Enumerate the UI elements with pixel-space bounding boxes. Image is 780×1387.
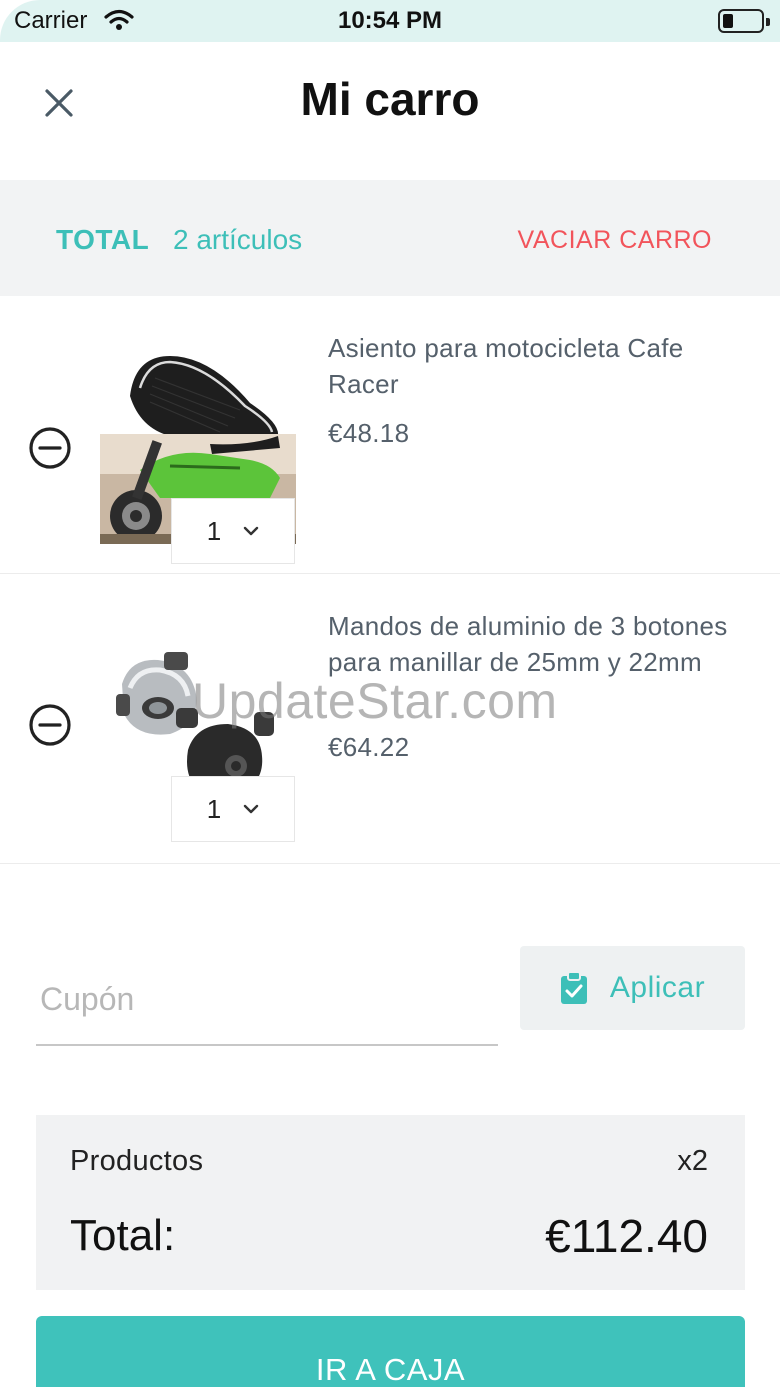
apply-label: Aplicar (609, 971, 706, 1004)
quantity-value: 1 (206, 793, 222, 824)
cart-item: 1 Asiento para motocicleta Cafe Racer €4… (0, 296, 780, 574)
item-count: 2 artículos (173, 224, 303, 255)
minus-circle-icon[interactable] (28, 703, 72, 747)
apply-coupon-button[interactable]: Aplicar (520, 946, 745, 1030)
checkout-label: IR A CAJA (315, 1352, 466, 1387)
chevron-down-icon (244, 526, 259, 536)
product-name[interactable]: Mandos de aluminio de 3 botones para man… (328, 608, 748, 680)
minus-circle-icon[interactable] (28, 426, 72, 470)
battery-icon (718, 9, 770, 33)
coupon-input[interactable] (36, 954, 498, 1046)
header: Mi carro (0, 42, 780, 180)
cart-item: 1 Mandos de aluminio de 3 botones para m… (0, 586, 780, 864)
product-price: €48.18 (328, 418, 410, 448)
status-bar: Carrier 10:54 PM (0, 0, 780, 42)
checkout-button[interactable]: IR A CAJA (36, 1316, 745, 1387)
empty-cart-button[interactable]: VACIAR CARRO (518, 226, 712, 255)
cart-summary-bar: TOTAL 2 artículos VACIAR CARRO (0, 180, 780, 296)
chevron-down-icon (244, 804, 259, 814)
order-summary: Productos x2 Total: €112.40 (36, 1115, 745, 1290)
page-title: Mi carro (300, 73, 480, 125)
quantity-selector[interactable]: 1 (171, 776, 295, 842)
total-value: €112.40 (545, 1210, 708, 1262)
total-label: TOTAL (56, 224, 150, 255)
status-time: 10:54 PM (337, 7, 443, 34)
quantity-selector[interactable]: 1 (171, 498, 295, 564)
product-price: €64.22 (328, 732, 410, 762)
products-count: x2 (677, 1145, 708, 1177)
product-name[interactable]: Asiento para motocicleta Cafe Racer (328, 330, 748, 402)
quantity-value: 1 (206, 515, 222, 546)
total-label: Total: (70, 1211, 176, 1260)
clipboard-check-icon (560, 971, 587, 1004)
products-label: Productos (70, 1145, 204, 1177)
